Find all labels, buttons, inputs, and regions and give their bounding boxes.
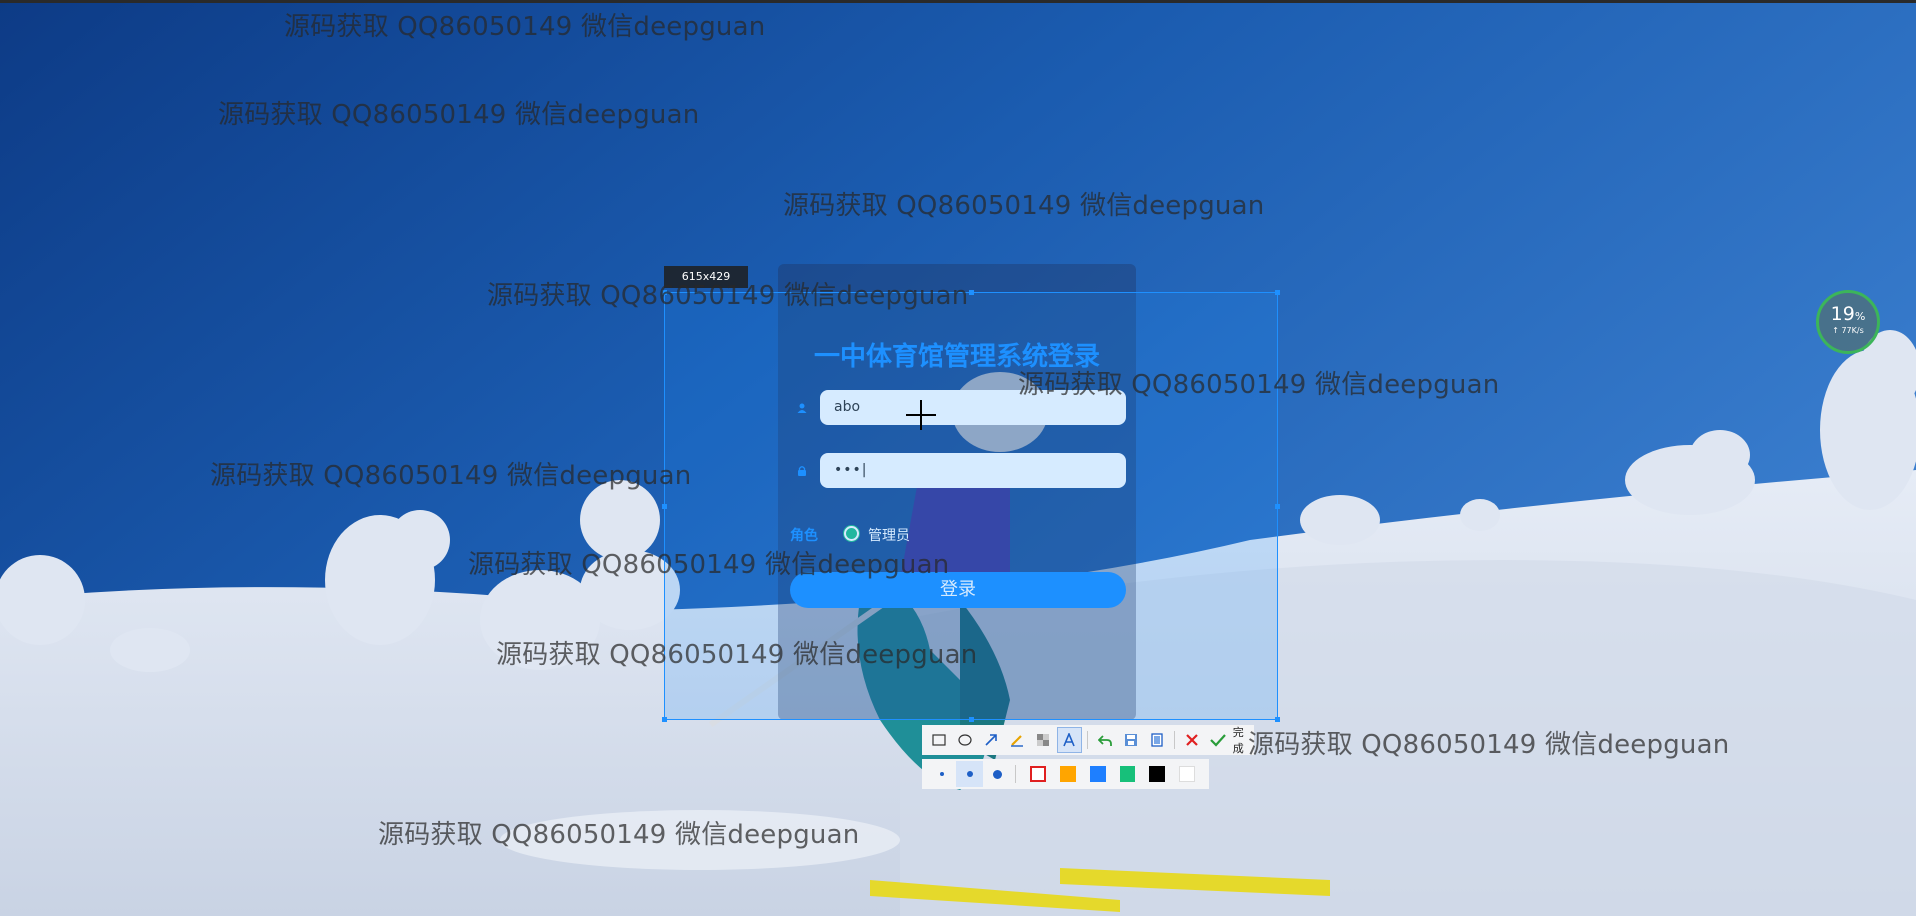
selection-handle-top[interactable] [969,290,974,295]
stroke-size-medium[interactable] [955,761,984,787]
crosshair-cursor-icon [906,400,936,430]
copy-icon[interactable] [1144,727,1169,753]
selection-handle-left[interactable] [662,504,667,509]
toolbar-divider [1015,765,1017,783]
network-speed-widget[interactable]: 19% ↑ 77K/s [1816,290,1880,354]
selection-handle-bottom[interactable] [969,717,974,722]
selection-handle-bottom-left[interactable] [662,717,667,722]
stroke-size-small[interactable] [928,761,956,787]
pen-icon[interactable] [1004,727,1029,753]
save-icon[interactable] [1118,727,1143,753]
toolbar-divider [1087,731,1088,749]
capture-style-toolbar [922,759,1209,789]
selection-handle-right[interactable] [1275,504,1280,509]
selection-handle-bottom-right[interactable] [1275,717,1280,722]
speed-percent: 19% [1830,303,1866,325]
upload-rate: ↑ 77K/s [1832,326,1864,335]
color-swatch-orange[interactable] [1059,766,1076,782]
stroke-size-large[interactable] [983,761,1011,787]
color-swatch-blue[interactable] [1089,766,1106,782]
undo-icon[interactable] [1092,727,1117,753]
capture-toolbar: 完成 [922,725,1254,755]
capture-selection-area[interactable] [662,290,1280,722]
confirm-icon[interactable] [1206,727,1231,753]
rectangle-icon[interactable] [926,727,951,753]
color-swatch-white[interactable] [1179,766,1195,782]
toolbar-divider [1174,731,1176,749]
selection-handle-top-right[interactable] [1275,290,1280,295]
selection-handle-top-left[interactable] [662,290,667,295]
arrow-icon[interactable] [978,727,1003,753]
cancel-icon[interactable] [1179,727,1204,753]
selection-size-label: 615x429 [664,266,748,288]
color-swatch-red[interactable] [1030,766,1046,782]
mosaic-icon[interactable] [1031,727,1056,753]
color-swatch-black[interactable] [1149,766,1166,782]
color-swatch-green[interactable] [1119,766,1136,782]
ellipse-icon[interactable] [952,727,977,753]
finish-label[interactable]: 完成 [1233,724,1254,756]
text-icon[interactable] [1056,727,1082,753]
